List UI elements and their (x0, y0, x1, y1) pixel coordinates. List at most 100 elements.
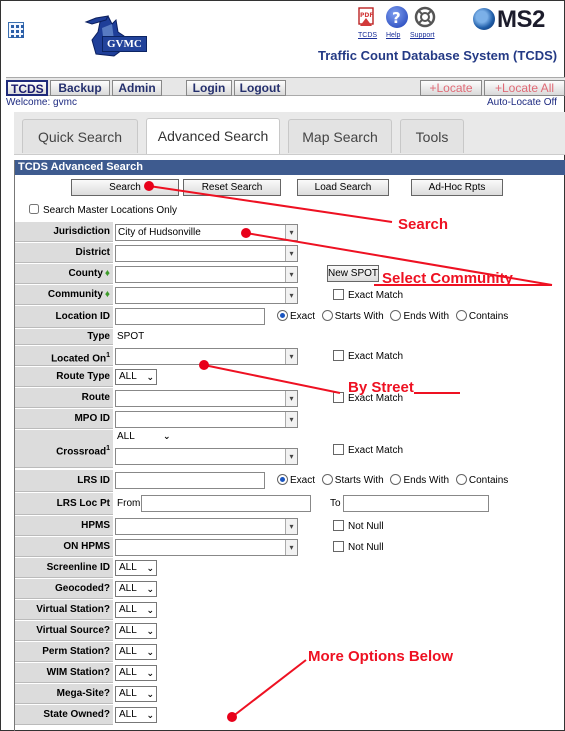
crossroad-exact-match[interactable]: Exact Match (333, 444, 403, 456)
screenline-id-select[interactable]: ALL ⌄ (115, 560, 157, 576)
tab-quick-search[interactable]: Quick Search (22, 119, 138, 153)
chevron-down-icon: ⌄ (146, 563, 154, 573)
load-search-button[interactable]: Load Search (297, 179, 389, 196)
header: GVMC PDF ? TCDS Help Support MS2 Traffic… (6, 4, 565, 64)
new-spot-button[interactable]: New SPOT (327, 265, 379, 282)
route-type-label: Route Type (15, 367, 113, 387)
backup-button[interactable]: Backup (50, 80, 110, 96)
county-select[interactable]: ▾ (115, 266, 298, 283)
not-null-checkbox[interactable] (333, 541, 344, 552)
ms2-logo-icon (473, 8, 495, 30)
mpo-id-label: MPO ID (15, 409, 113, 429)
on-hpms-select[interactable]: ▾ (115, 539, 298, 556)
jurisdiction-select[interactable]: City of Hudsonville ▾ (115, 224, 298, 241)
radio-contains[interactable] (455, 474, 467, 485)
geocoded-select[interactable]: ALL ⌄ (115, 581, 157, 597)
row-district: District ▾ (15, 243, 565, 263)
tcds-link[interactable]: TCDS (358, 32, 377, 39)
chevron-down-icon: ▾ (285, 391, 297, 406)
yes-no-label: Virtual Station? (15, 600, 113, 620)
hpms-not-null[interactable]: Not Null (333, 520, 384, 532)
exact-match-checkbox[interactable] (333, 444, 344, 455)
exact-match-checkbox[interactable] (333, 350, 344, 361)
tcds-icon[interactable]: PDF (356, 6, 378, 28)
mega-site-select[interactable]: ALL ⌄ (115, 686, 157, 702)
radio-contains[interactable] (455, 310, 467, 321)
radio-exact[interactable] (277, 310, 288, 321)
district-select[interactable]: ▾ (115, 245, 298, 262)
apps-grid-icon[interactable] (8, 22, 24, 38)
community-select[interactable]: ▾ (115, 287, 298, 304)
radio-exact[interactable] (277, 474, 288, 485)
auto-locate-link[interactable]: Auto-Locate Off (487, 97, 557, 108)
master-only-option[interactable]: Search Master Locations Only (29, 204, 177, 216)
lrs-id-input[interactable] (115, 472, 265, 489)
chevron-down-icon: ▾ (285, 519, 297, 534)
on-hpms-label: ON HPMS (15, 537, 113, 557)
located-on-exact-match[interactable]: Exact Match (333, 350, 403, 362)
yes-no-label: Geocoded? (15, 579, 113, 599)
radio-starts-with[interactable] (321, 310, 333, 321)
hpms-select[interactable]: ▾ (115, 518, 298, 535)
radio-starts-with[interactable] (321, 474, 333, 485)
tcds-button[interactable]: TCDS (6, 80, 48, 96)
radio-ends-with[interactable] (390, 310, 402, 321)
exact-match-checkbox[interactable] (333, 392, 344, 403)
annotation-dot (199, 360, 209, 370)
route-select[interactable]: ▾ (115, 390, 298, 407)
crossroad-select[interactable]: ▾ (115, 448, 298, 465)
district-label: District (15, 243, 113, 263)
tab-tools[interactable]: Tools (400, 119, 464, 153)
row-lrs-id: LRS ID Exact Starts With Ends With Conta… (15, 470, 565, 492)
locate-button[interactable]: +Locate (420, 80, 482, 96)
radio-starts-with-label: Starts With (334, 311, 384, 322)
admin-button[interactable]: Admin (112, 80, 162, 96)
exact-match-checkbox[interactable] (333, 289, 344, 300)
support-link[interactable]: Support (410, 32, 435, 39)
location-id-input[interactable] (115, 308, 265, 325)
mpo-id-select[interactable]: ▾ (115, 411, 298, 428)
help-link[interactable]: Help (386, 32, 400, 39)
wim-station-select[interactable]: ALL ⌄ (115, 665, 157, 681)
virtual-station-select[interactable]: ALL ⌄ (115, 602, 157, 618)
logout-button[interactable]: Logout (234, 80, 286, 96)
on-hpms-not-null[interactable]: Not Null (333, 541, 384, 553)
tab-map-search[interactable]: Map Search (288, 119, 392, 153)
virtual-source-select[interactable]: ALL ⌄ (115, 623, 157, 639)
row-route-type: Route Type ALL ⌄ (15, 367, 565, 387)
state-owned-select[interactable]: ALL ⌄ (115, 707, 157, 723)
adhoc-reports-button[interactable]: Ad-Hoc Rpts (411, 179, 503, 196)
svg-text:PDF: PDF (360, 12, 373, 19)
master-only-checkbox[interactable] (29, 204, 39, 214)
lrs-from-input[interactable] (141, 495, 311, 512)
row-located-on: Located On1 ▾ Exact Match (15, 346, 565, 366)
master-only-label: Search Master Locations Only (43, 205, 177, 216)
ms2-text: MS2 (497, 6, 545, 33)
chevron-down-icon: ▾ (285, 225, 297, 240)
search-button[interactable]: Search (71, 179, 179, 196)
radio-ends-with[interactable] (390, 474, 402, 485)
map-pin-icon[interactable]: ♦ (105, 289, 110, 300)
crossroad-filter-value: ALL (117, 431, 135, 442)
support-icon[interactable] (414, 6, 436, 28)
advanced-search-panel: TCDS Advanced Search Search Reset Search… (14, 160, 565, 731)
crossroad-label-cell: Crossroad1 (15, 430, 113, 468)
not-null-checkbox[interactable] (333, 520, 344, 531)
locate-all-button[interactable]: +Locate All (484, 80, 565, 96)
radio-ends-with-label: Ends With (403, 311, 450, 322)
community-exact-match[interactable]: Exact Match (333, 289, 403, 301)
location-id-match-mode: Exact Starts With Ends With Contains (273, 310, 508, 322)
tab-advanced-search[interactable]: Advanced Search (146, 118, 280, 154)
plus-icon: + (494, 81, 502, 95)
lrs-to-input[interactable] (343, 495, 489, 512)
crossroad-filter[interactable]: ALL ⌄ (117, 431, 177, 442)
reset-search-button[interactable]: Reset Search (183, 179, 281, 196)
route-type-select[interactable]: ALL ⌄ (115, 369, 157, 385)
map-pin-icon[interactable]: ♦ (105, 268, 110, 279)
radio-contains-label: Contains (468, 311, 509, 322)
perm-station-select[interactable]: ALL ⌄ (115, 644, 157, 660)
toolbar: TCDS Backup Admin Login Logout +Locate +… (6, 77, 565, 96)
help-icon[interactable]: ? (386, 6, 408, 28)
login-button[interactable]: Login (186, 80, 232, 96)
locate-label: Locate (436, 81, 473, 95)
